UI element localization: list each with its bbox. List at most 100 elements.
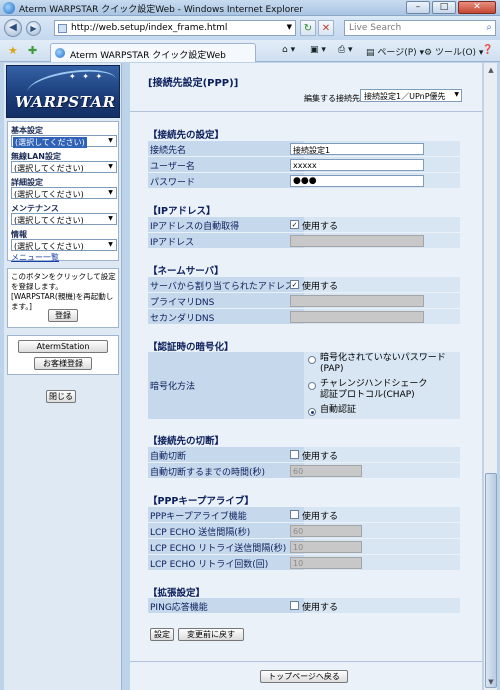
search-input[interactable]: Live Search ⌕ (344, 20, 496, 36)
secondary-dns-label: セカンダリDNS (150, 314, 215, 324)
tab-label: Aterm WARPSTAR クイック設定Web (70, 51, 226, 61)
auth-auto-label: 自動認証 (320, 405, 357, 415)
menu-select-advanced-value: (選択してください) (14, 190, 84, 199)
scrollbar[interactable]: ▲ ▼ (483, 63, 497, 690)
set-button[interactable]: 設定 (150, 628, 174, 641)
minimize-button[interactable]: – (406, 1, 430, 14)
favorites-star-icon[interactable]: ★ (8, 44, 18, 57)
home-icon[interactable]: ⌂ ▾ (282, 45, 295, 55)
disconnect-time-input[interactable]: 60 (290, 465, 362, 477)
dest-name-input[interactable]: 接続設定1 (290, 143, 424, 155)
stop-icon[interactable]: ✕ (318, 20, 334, 36)
scroll-down-icon[interactable]: ▼ (485, 676, 497, 688)
window-title: Aterm WARPSTAR クイック設定Web - Windows Inter… (19, 5, 303, 15)
revert-button[interactable]: 変更前に戻す (178, 628, 244, 641)
auto-disconnect-checkbox[interactable] (290, 450, 299, 459)
dns-auto-checkbox[interactable]: ✓ (290, 280, 299, 289)
ip-address-input[interactable] (290, 235, 424, 247)
chevron-down-icon: ▼ (108, 163, 113, 170)
password-value: ●●● (293, 176, 317, 186)
chevron-down-icon: ▼ (108, 189, 113, 196)
print-icon[interactable]: ⎙ ▾ (338, 45, 353, 55)
lcp-retry-interval-input[interactable]: 10 (290, 541, 362, 553)
ping-checkbox[interactable] (290, 601, 299, 610)
auth-chap-radio[interactable] (308, 382, 316, 390)
logo-stars: ✦ ✦ ✦ (69, 72, 105, 81)
url-field[interactable]: http://web.setup/index_frame.html ▼ (54, 20, 296, 36)
dns-auto-check-label: 使用する (302, 282, 339, 292)
keepalive-check-label: 使用する (302, 512, 339, 522)
tools-menu-label: ツール(O) (434, 48, 477, 58)
password-label: パスワード (150, 178, 196, 188)
page-menu-label: ページ(P) (377, 48, 417, 58)
menu-select-basic[interactable]: (選択してください) ▼ (11, 135, 117, 148)
menu-select-wlan[interactable]: (選択してください) ▼ (11, 161, 117, 173)
edit-connection-select[interactable]: 接続設定1／UPnP優先 ▼ (360, 89, 462, 102)
section-title-auth: 【認証時の暗号化】 (148, 342, 234, 353)
forward-icon[interactable]: ▶ (26, 21, 41, 36)
ping-check-label: 使用する (302, 603, 339, 613)
aterm-station-button[interactable]: AtermStation (18, 340, 108, 353)
ping-label: PING応答機能 (150, 603, 208, 613)
close-button[interactable]: 閉じる (46, 390, 76, 403)
auth-auto-radio[interactable] (308, 408, 316, 416)
lcp-retry-count-input[interactable]: 10 (290, 557, 362, 569)
menu-select-info[interactable]: (選択してください) ▼ (11, 239, 117, 251)
divider (130, 111, 482, 112)
lcp-retry-interval-label: LCP ECHO リトライ送信間隔(秒) (150, 544, 287, 554)
search-icon[interactable]: ⌕ (486, 22, 492, 33)
dest-name-value: 接続設定1 (293, 146, 331, 155)
section-title-destination: 【接続先の設定】 (148, 130, 225, 141)
primary-dns-label: プライマリDNS (150, 298, 215, 308)
add-favorites-icon[interactable]: ✚ (28, 44, 37, 57)
lcp-interval-label: LCP ECHO 送信間隔(秒) (150, 528, 251, 538)
warpstar-logo: ✦ ✦ ✦ WARPSTAR (6, 65, 120, 118)
menu-select-basic-value: (選択してください) (13, 137, 87, 148)
tab-favicon (55, 48, 65, 58)
help-icon[interactable]: ❓ (482, 45, 493, 55)
maximize-button[interactable]: □ (432, 1, 456, 14)
disconnect-time-label: 自動切断するまでの時間(秒) (150, 468, 266, 478)
menu-list-link[interactable]: メニュー一覧 (11, 252, 59, 263)
auth-chap-label: チャレンジハンドシェーク認証プロトコル(CHAP) (320, 379, 428, 400)
auth-pap-radio[interactable] (308, 356, 316, 364)
keepalive-checkbox[interactable] (290, 510, 299, 519)
feeds-icon[interactable]: ▣ ▾ (310, 45, 326, 55)
top-page-button[interactable]: トップページへ戻る (260, 670, 348, 683)
menu-select-maintenance[interactable]: (選択してください) ▼ (11, 213, 117, 225)
ie-logo-icon (3, 2, 15, 14)
auto-disconnect-label: 自動切断 (150, 452, 187, 462)
ip-address-label: IPアドレス (150, 238, 195, 248)
register-note-box: このボタンをクリックして設定を登録します。[WARPSTAR(親機)を再起動しま… (7, 268, 119, 328)
close-window-button[interactable]: ✕ (458, 1, 496, 14)
chevron-down-icon[interactable]: ▼ (287, 23, 292, 31)
section-title-extended: 【拡張設定】 (148, 588, 206, 599)
customer-register-button[interactable]: お客様登録 (34, 357, 92, 370)
primary-dns-input[interactable] (290, 295, 424, 307)
user-name-input[interactable]: xxxxx (290, 159, 424, 171)
menu-select-advanced[interactable]: (選択してください) ▼ (11, 187, 117, 199)
address-bar: ◀ ▶ http://web.setup/index_frame.html ▼ … (0, 16, 500, 40)
tools-menu[interactable]: ⚙ ツール(O) ▾ (424, 45, 483, 58)
menu-box: 基本設定 (選択してください) ▼ 無線LAN設定 (選択してください) ▼ 詳… (7, 121, 119, 263)
user-name-label: ユーザー名 (150, 162, 195, 172)
register-button[interactable]: 登録 (48, 309, 78, 322)
scrollbar-thumb[interactable] (485, 473, 497, 688)
register-note: このボタンをクリックして設定を登録します。[WARPSTAR(親機)を再起動しま… (11, 272, 116, 311)
section-title-keepalive: 【PPPキープアライブ】 (148, 496, 254, 507)
menu-select-wlan-value: (選択してください) (14, 164, 84, 173)
back-icon[interactable]: ◀ (4, 19, 22, 37)
keepalive-label: PPPキープアライブ機能 (150, 512, 247, 522)
auto-disconnect-check-label: 使用する (302, 452, 339, 462)
dns-auto-label: サーバから割り当てられたアドレス (150, 282, 294, 292)
chevron-down-icon: ▼ (108, 241, 113, 248)
ip-auto-checkbox[interactable]: ✓ (290, 220, 299, 229)
refresh-icon[interactable]: ↻ (300, 20, 316, 36)
scroll-up-icon[interactable]: ▲ (485, 64, 497, 76)
chevron-down-icon: ▼ (108, 215, 113, 222)
password-input[interactable]: ●●● (290, 175, 424, 187)
lcp-interval-input[interactable]: 60 (290, 525, 362, 537)
tab-current[interactable]: Aterm WARPSTAR クイック設定Web (50, 43, 256, 62)
secondary-dns-input[interactable] (290, 311, 424, 323)
page-menu[interactable]: ▤ ページ(P) ▾ (366, 45, 424, 58)
